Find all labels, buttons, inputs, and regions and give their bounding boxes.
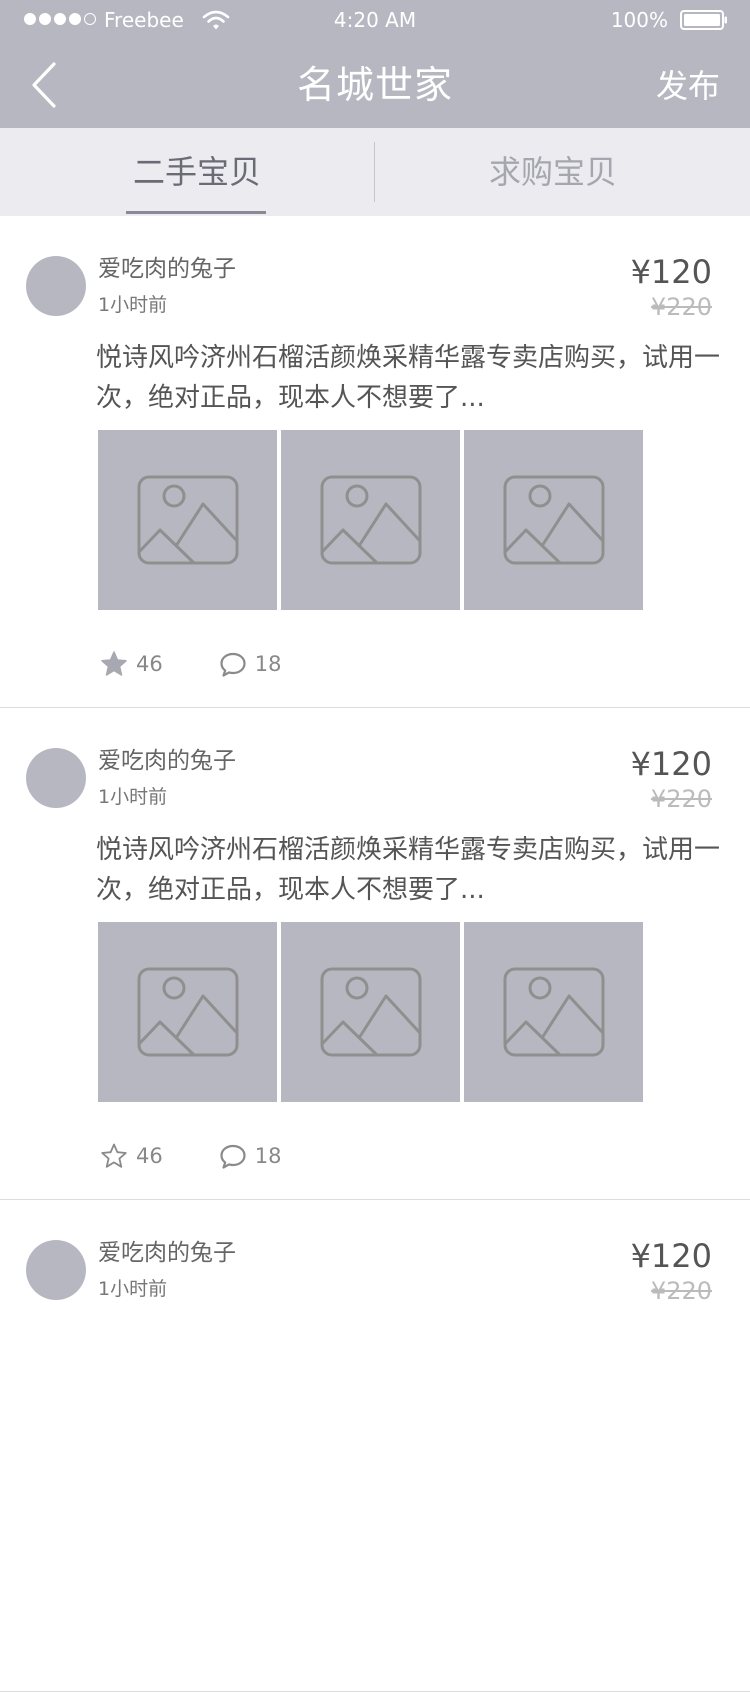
comment-icon [220, 1144, 246, 1169]
image-thumbnail[interactable] [464, 430, 643, 610]
original-price: ¥220 [650, 1277, 712, 1305]
comment-count: 18 [254, 652, 282, 676]
image-thumbnail[interactable] [98, 922, 277, 1102]
post-card[interactable]: 爱吃肉的兔子 1小时前 ¥120 ¥220 悦诗风吟济州石榴活颜焕采精华露专卖店… [0, 708, 750, 1200]
publish-button[interactable]: 发布 [656, 66, 720, 106]
post-actions: 46 18 [100, 648, 281, 680]
header: Freebee 4:20 AM 100% 名城世家 发布 [0, 0, 750, 128]
image-thumbnail[interactable] [281, 922, 460, 1102]
category-tabs: 二手宝贝 求购宝贝 [0, 128, 750, 216]
like-button[interactable]: 46 [100, 1142, 163, 1170]
comment-count: 18 [254, 1144, 282, 1168]
post-time: 1小时前 [98, 294, 168, 316]
price: ¥120 [630, 745, 712, 783]
avatar[interactable] [26, 748, 86, 808]
battery-icon [680, 10, 727, 30]
original-price: ¥220 [650, 293, 712, 321]
battery-percentage: 100% [610, 8, 668, 32]
post-actions: 46 18 [100, 1140, 281, 1172]
like-button[interactable]: 46 [100, 650, 163, 678]
comment-icon [220, 652, 246, 677]
post-description[interactable]: 悦诗风吟济州石榴活颜焕采精华露专卖店购买，试用一次，绝对正品，现本人不想要了..… [96, 338, 726, 418]
post-description[interactable]: 悦诗风吟济州石榴活颜焕采精华露专卖店购买，试用一次，绝对正品，现本人不想要了..… [96, 830, 726, 910]
image-placeholder-icon [503, 967, 604, 1057]
tab-wanted[interactable]: 求购宝贝 [366, 128, 740, 216]
post-card[interactable]: 爱吃肉的兔子 1小时前 ¥120 ¥220 悦诗风吟济州石榴活颜焕采精华露专卖店… [0, 216, 750, 708]
username[interactable]: 爱吃肉的兔子 [98, 254, 236, 284]
status-bar: Freebee 4:20 AM 100% [0, 0, 750, 40]
image-thumbnail[interactable] [281, 430, 460, 610]
like-count: 46 [136, 652, 163, 676]
image-placeholder-icon [503, 475, 604, 565]
price: ¥120 [630, 253, 712, 291]
active-tab-indicator [126, 211, 266, 214]
like-count: 46 [136, 1144, 163, 1168]
post-time: 1小时前 [98, 786, 168, 808]
post-time: 1小时前 [98, 1278, 168, 1300]
username[interactable]: 爱吃肉的兔子 [98, 1238, 236, 1268]
avatar[interactable] [26, 256, 86, 316]
image-gallery [98, 922, 644, 1102]
avatar[interactable] [26, 1240, 86, 1300]
username[interactable]: 爱吃肉的兔子 [98, 746, 236, 776]
page-title: 名城世家 [296, 63, 453, 107]
post-feed: 爱吃肉的兔子 1小时前 ¥120 ¥220 悦诗风吟济州石榴活颜焕采精华露专卖店… [0, 216, 750, 1692]
comment-button[interactable]: 18 [219, 1142, 282, 1170]
image-placeholder-icon [137, 967, 238, 1057]
image-thumbnail[interactable] [464, 922, 643, 1102]
navigation-bar: 名城世家 发布 [0, 40, 750, 128]
image-thumbnail[interactable] [98, 430, 277, 610]
post-card[interactable]: 爱吃肉的兔子 1小时前 ¥120 ¥220 [0, 1200, 750, 1692]
star-filled-icon [101, 651, 127, 676]
star-outline-icon [101, 1143, 127, 1168]
comment-button[interactable]: 18 [219, 650, 282, 678]
image-placeholder-icon [320, 475, 421, 565]
image-gallery [98, 430, 644, 610]
price: ¥120 [630, 1237, 712, 1275]
image-placeholder-icon [137, 475, 238, 565]
image-placeholder-icon [320, 967, 421, 1057]
original-price: ¥220 [650, 785, 712, 813]
tab-second-hand[interactable]: 二手宝贝 [10, 128, 384, 216]
